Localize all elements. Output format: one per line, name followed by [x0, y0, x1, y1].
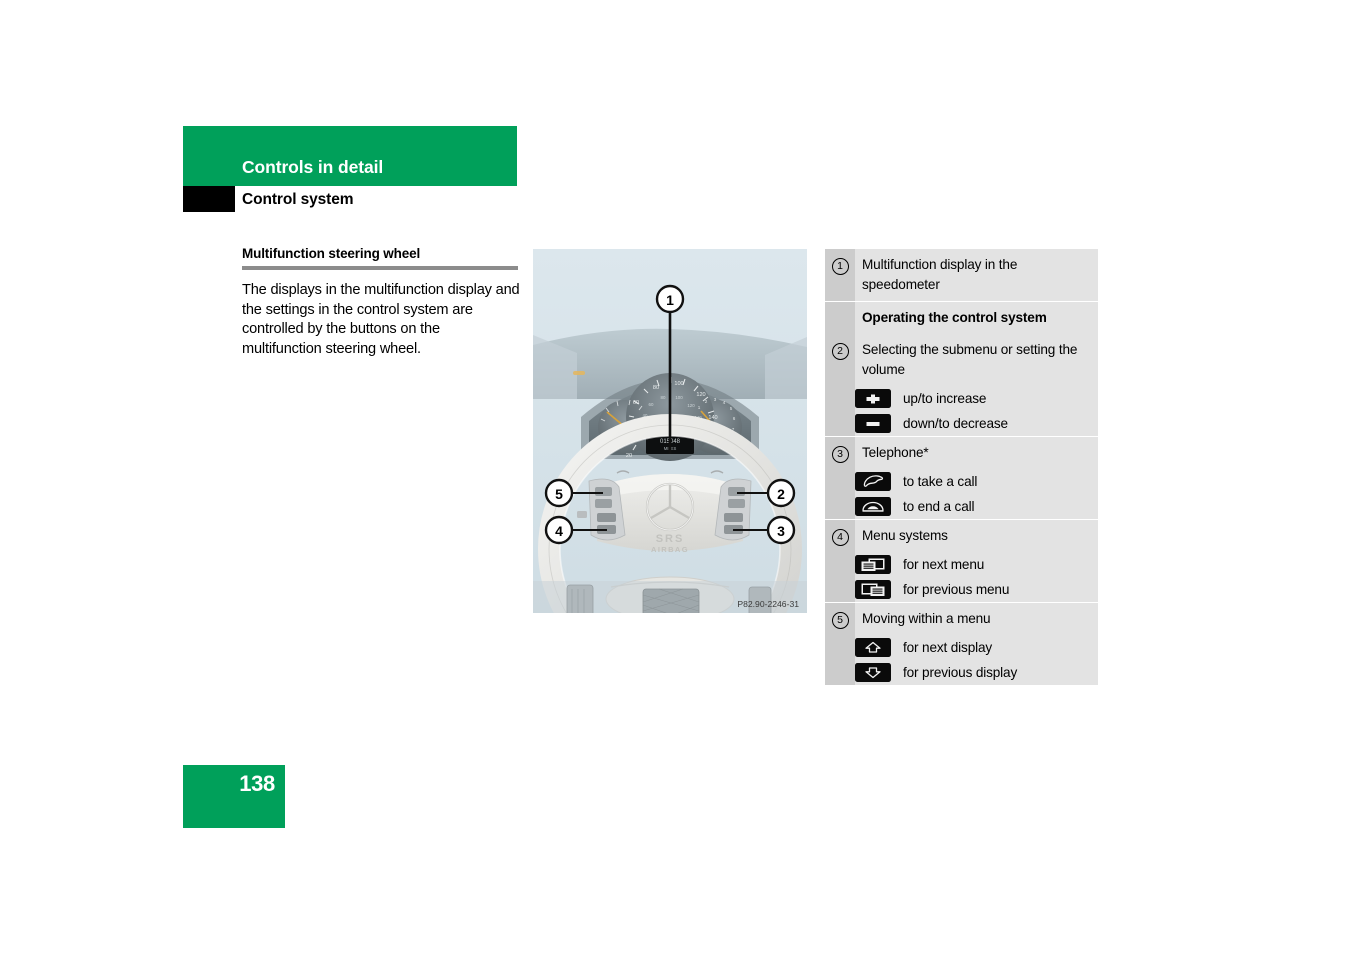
legend-subitem: down/to decrease: [825, 411, 1098, 436]
page-number: 138: [239, 771, 275, 796]
phone-take-call-icon: [855, 472, 891, 491]
previous-menu-icon: [855, 580, 891, 599]
svg-text:1: 1: [698, 405, 701, 410]
legend-row-text: Selecting the submenu or setting the vol…: [862, 342, 1078, 377]
legend-callout-number: 5: [825, 603, 855, 629]
legend-subitem: up/to increase: [825, 386, 1098, 411]
svg-text:4: 4: [555, 523, 563, 539]
legend-row: 3 Telephone*: [825, 436, 1098, 469]
section-divider: [242, 266, 518, 270]
legend-row: Operating the control system: [825, 301, 1098, 334]
svg-text:20: 20: [626, 453, 632, 459]
legend-subitem-label: for previous menu: [903, 581, 1010, 597]
page-subtitle: Control system: [242, 191, 354, 208]
next-menu-icon: [855, 555, 891, 574]
legend-subitem-label: to end a call: [903, 498, 975, 514]
figure-caption-code: P82.90-2246-31: [737, 599, 799, 609]
arrow-down-icon: [855, 663, 891, 682]
section-heading: Multifunction steering wheel: [242, 246, 421, 261]
legend-subitem-label: for next display: [903, 639, 993, 655]
legend-callout-number: 2: [825, 334, 855, 360]
callout-circle-1: 1: [831, 258, 849, 275]
legend-subitem: for previous menu: [825, 577, 1098, 602]
plus-icon: [855, 389, 891, 408]
legend-subitem-label: to take a call: [903, 473, 978, 489]
legend-subitem: to end a call: [825, 494, 1098, 519]
svg-text:5: 5: [555, 486, 563, 502]
svg-text:1: 1: [666, 292, 674, 308]
page-title: Controls in detail: [242, 157, 384, 177]
svg-text:120: 120: [687, 403, 695, 408]
legend-subitem-label: down/to decrease: [903, 415, 1008, 431]
legend-row: 2 Selecting the submenu or setting the v…: [825, 334, 1098, 386]
svg-text:100: 100: [675, 395, 683, 400]
callout-circle-4: 4: [831, 529, 849, 546]
svg-text:SRS: SRS: [656, 533, 685, 545]
svg-text:80: 80: [653, 385, 659, 391]
legend-table: 1 Multifunction display in the speedomet…: [825, 249, 1098, 685]
svg-text:3: 3: [714, 397, 717, 402]
svg-text:5: 5: [730, 406, 733, 411]
svg-text:100: 100: [674, 381, 683, 387]
legend-subitem-label: up/to increase: [903, 390, 987, 406]
legend-subitem-label: for previous display: [903, 664, 1018, 680]
minus-icon: [855, 414, 891, 433]
legend-subheading: Operating the control system: [862, 310, 1047, 325]
svg-text:80: 80: [661, 395, 666, 400]
legend-subitem: for previous display: [825, 660, 1098, 685]
chapter-tab-marker: [183, 186, 235, 212]
legend-subitem: to take a call: [825, 469, 1098, 494]
legend-row: 5 Moving within a menu: [825, 602, 1098, 635]
svg-text:AIRBAG: AIRBAG: [651, 545, 689, 554]
legend-callout-number: 4: [825, 520, 855, 546]
svg-text:60: 60: [633, 400, 639, 406]
legend-callout-number: [825, 302, 855, 311]
legend-row-text: Menu systems: [862, 528, 948, 543]
svg-text:60: 60: [649, 402, 654, 407]
callout-circle-5: 5: [831, 612, 849, 629]
legend-row-text: Multifunction display in the speedometer: [862, 257, 1018, 292]
legend-row-text: Telephone*: [862, 445, 929, 460]
legend-subitem: for next display: [825, 635, 1098, 660]
svg-text:2: 2: [777, 486, 785, 502]
svg-text:120: 120: [696, 392, 705, 398]
callout-circle-3: 3: [831, 446, 849, 463]
phone-end-call-icon: [855, 497, 891, 516]
legend-callout-number: 1: [825, 249, 855, 275]
steering-wheel-figure: 20 40 60 80 100 120 140 160 40 60 80 100…: [533, 249, 807, 613]
legend-row-text: Moving within a menu: [862, 611, 991, 626]
callout-circle-2: 2: [831, 343, 849, 360]
svg-text:6: 6: [733, 416, 736, 421]
svg-text:4: 4: [723, 400, 726, 405]
legend-callout-number: 3: [825, 437, 855, 463]
body-paragraph: The displays in the multifunction displa…: [242, 282, 520, 357]
arrow-up-icon: [855, 638, 891, 657]
svg-text:2: 2: [705, 399, 708, 404]
legend-subitem: for next menu: [825, 552, 1098, 577]
legend-row: 4 Menu systems: [825, 519, 1098, 552]
legend-row: 1 Multifunction display in the speedomet…: [825, 249, 1098, 301]
legend-subitem-label: for next menu: [903, 556, 985, 572]
svg-text:3: 3: [777, 523, 785, 539]
